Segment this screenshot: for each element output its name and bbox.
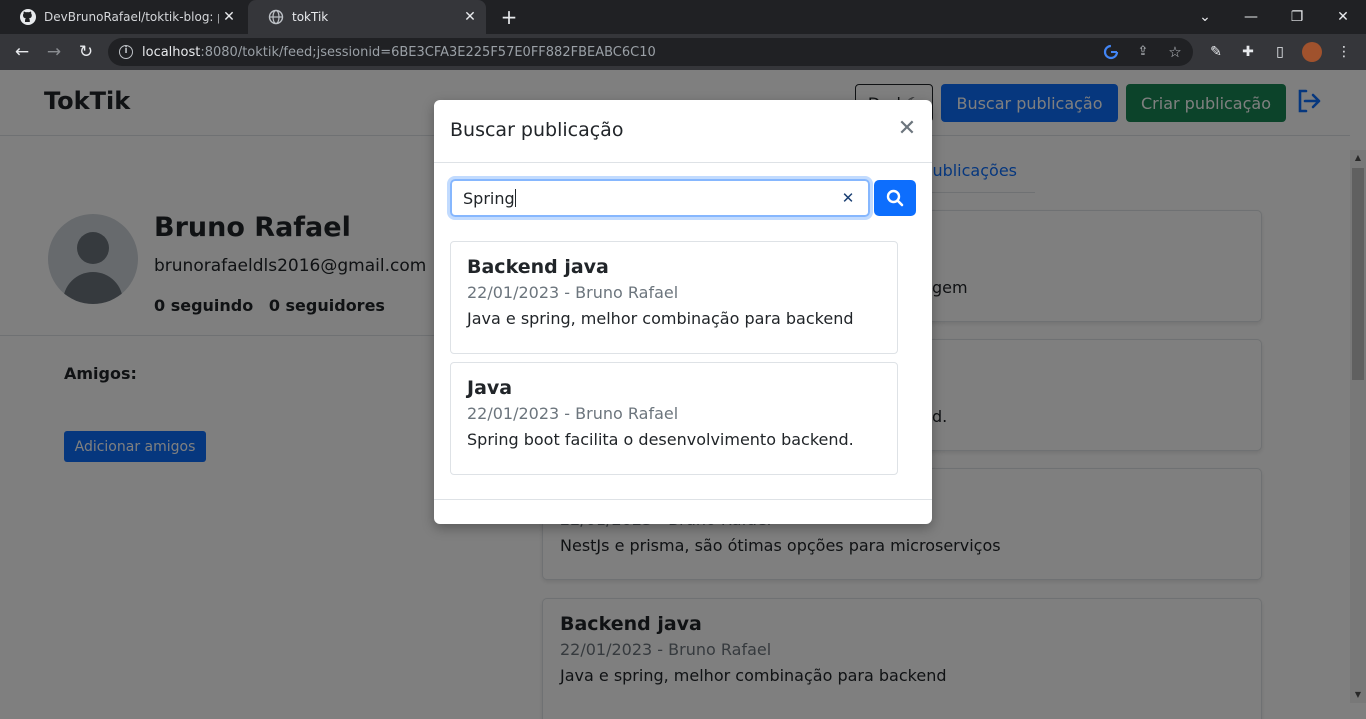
result-title: Backend java: [467, 256, 609, 278]
close-icon[interactable]: ✕: [896, 118, 918, 140]
close-tab-icon[interactable]: ✕: [462, 9, 478, 25]
search-submit-button[interactable]: [874, 180, 916, 216]
extensions-puzzle-icon[interactable]: ✚: [1238, 42, 1258, 62]
search-input-value: Spring: [463, 189, 515, 208]
globe-icon: [268, 9, 284, 25]
share-icon[interactable]: ⇪: [1135, 44, 1151, 60]
close-tab-icon[interactable]: ✕: [221, 9, 237, 25]
profile-avatar-icon[interactable]: [1302, 42, 1322, 62]
search-icon: [886, 189, 904, 207]
url-host: localhost: [142, 44, 201, 60]
forward-icon[interactable]: →: [43, 41, 65, 63]
result-text: Spring boot facilita o desenvolvimento b…: [467, 430, 854, 449]
result-text: Java e spring, melhor combinação para ba…: [467, 309, 854, 328]
minimize-button[interactable]: —: [1228, 0, 1274, 34]
restore-button[interactable]: ❐: [1274, 0, 1320, 34]
tab-title: DevBrunoRafael/toktik-blog: proj: [44, 10, 219, 24]
search-result-card[interactable]: Java 22/01/2023 - Bruno Rafael Spring bo…: [450, 362, 898, 475]
new-tab-button[interactable]: +: [498, 6, 520, 28]
tab-title: tokTik: [292, 10, 329, 24]
google-icon[interactable]: [1103, 44, 1119, 60]
side-panel-icon[interactable]: ▯: [1270, 42, 1290, 62]
result-meta: 22/01/2023 - Bruno Rafael: [467, 283, 679, 302]
bookmark-star-icon[interactable]: ☆: [1167, 44, 1183, 60]
browser-tab-toktik[interactable]: tokTik ✕: [248, 0, 486, 34]
address-bar[interactable]: i localhost:8080/toktik/feed;jsessionid=…: [108, 38, 1193, 66]
browser-tab-github[interactable]: DevBrunoRafael/toktik-blog: proj ✕: [0, 0, 245, 34]
browser-toolbar: ← → ↻ i localhost:8080/toktik/feed;jsess…: [0, 34, 1366, 70]
reload-icon[interactable]: ↻: [75, 41, 97, 63]
site-info-icon[interactable]: i: [119, 45, 133, 59]
github-icon: [20, 9, 36, 25]
tab-search-icon[interactable]: ⌄: [1182, 0, 1228, 34]
extension-pen-icon[interactable]: ✎: [1206, 42, 1226, 62]
search-input[interactable]: Spring: [450, 179, 870, 217]
result-meta: 22/01/2023 - Bruno Rafael: [467, 404, 679, 423]
url-path: :8080/toktik/feed;jsessionid=6BE3CFA3E22…: [200, 44, 656, 60]
search-modal: Buscar publicação ✕ Spring ✕ Backend jav…: [434, 100, 932, 524]
menu-dots-icon[interactable]: ⋮: [1334, 42, 1354, 62]
clear-search-icon[interactable]: ✕: [839, 189, 857, 207]
search-result-card[interactable]: Backend java 22/01/2023 - Bruno Rafael J…: [450, 241, 898, 354]
text-caret: [514, 189, 516, 207]
modal-header: Buscar publicação ✕: [434, 100, 932, 163]
result-title: Java: [467, 377, 513, 399]
browser-tab-strip: DevBrunoRafael/toktik-blog: proj ✕ tokTi…: [0, 0, 1366, 34]
modal-footer-divider: [434, 499, 932, 500]
back-icon[interactable]: ←: [11, 41, 33, 63]
close-window-button[interactable]: ✕: [1320, 0, 1366, 34]
modal-title: Buscar publicação: [450, 119, 624, 141]
